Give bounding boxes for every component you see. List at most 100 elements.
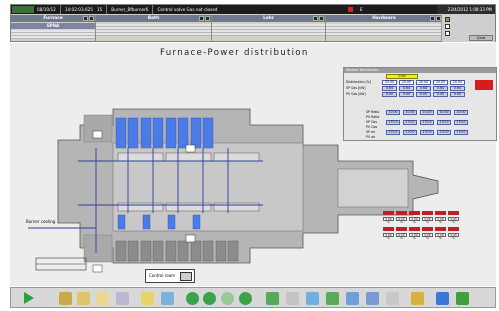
value-cell: 170.0 [386,130,400,135]
camera-icon [180,272,192,281]
top-status-bar: 08/10/12 14:02:03.625 15 Burner_Bfburner… [10,4,496,42]
arrow-right-icon[interactable] [239,292,252,305]
value-cell: 0.00 [433,92,448,97]
group-button-icon[interactable] [83,16,88,21]
zone-value: 0.00 % [383,233,394,240]
control-room-label: Control room [149,273,176,278]
sync-icon[interactable] [326,292,339,305]
value-cell: 0.64 [416,86,431,91]
value-cell: 170.0 [420,130,434,135]
checkbox-3[interactable] [445,31,450,36]
value-cell: 0.00 [382,92,397,97]
area-groups: Furnace EPHA Bath Lehr Hardware [11,15,443,42]
mode-value[interactable]: 0.00 [386,74,418,79]
value-cell: 0.64 [399,86,414,91]
alarm-line[interactable]: 08/10/12 14:02:03.625 15 Burner_Bfburner… [11,5,495,14]
alarm-source: Burner_Bfburner6 [111,7,149,12]
plant-logo-icon [12,6,34,13]
parameter-panel: Window Workstation 0.00 Distribution [%]… [343,67,497,141]
param-label: PV air [366,135,376,139]
value-cell[interactable]: 20.00 [450,80,465,85]
bottom-toolbar [10,287,496,308]
refresh-icon[interactable] [266,292,279,305]
control-room-button[interactable]: Control room [145,269,195,283]
cooling-manifold [35,257,87,271]
tools-icon[interactable] [59,292,72,305]
zone-value: 0.00 % [435,233,446,240]
folder-icon[interactable] [96,292,109,305]
group-bath[interactable]: Bath [96,15,212,42]
network-icon[interactable] [366,292,379,305]
zone-value: 0.00 % [383,217,394,224]
group-furnace[interactable]: Furnace EPHA [11,15,96,42]
value-cell: 170.0 [420,120,434,125]
zone-value: 0.00 % [396,233,407,240]
group-button-icon[interactable] [89,16,94,21]
page-title: Furnace-Power distribution [160,48,309,58]
alarm-indicator-icon [348,7,353,12]
value-cell: 170.0 [403,130,417,135]
print-icon[interactable] [161,292,174,305]
group-hardware-title: Hardware [372,16,396,21]
group-furnace-sub[interactable]: EPHA [11,23,95,29]
select-button[interactable]: Qind [469,35,493,41]
transfer-icon[interactable] [306,292,319,305]
alarm-time: 14:02:03.625 [64,7,93,12]
screen-icon[interactable] [346,292,359,305]
burner-cooling-label: Burner cooling [26,219,56,224]
value-cell: 170.0 [454,120,468,125]
group-button-icon[interactable] [430,16,435,21]
arrow-up-icon[interactable] [203,292,216,305]
value-cell: 170.0 [437,120,451,125]
arrow-left-icon[interactable] [186,292,199,305]
alarm-message: Control valve Gas not closed [157,7,218,12]
sound-icon[interactable] [436,292,449,305]
param-label: Distribution [%] [346,80,372,84]
datetime-display: 23/4/2012 1:08:33 PM [437,5,495,14]
calc-icon[interactable] [386,292,399,305]
exit-icon[interactable] [456,292,469,305]
value-cell: 0.64 [450,86,465,91]
group-lehr-title: Lehr [263,16,274,21]
alarm-code: E [360,7,363,12]
zone-value: 0.00 % [409,233,420,240]
alarm-date: 08/10/12 [37,7,56,12]
value-cell[interactable]: 20.00 [399,80,414,85]
undo-icon[interactable] [286,292,299,305]
arrow-down-icon[interactable] [221,292,234,305]
value-cell: 170.0 [454,130,468,135]
value-cell: 10.00 [403,110,417,115]
value-cell: 0.64 [433,86,448,91]
checkbox-2[interactable] [445,24,450,29]
value-cell: 10.00 [420,110,434,115]
zone-value: 0.00 % [422,217,433,224]
value-cell[interactable]: 20.00 [382,80,397,85]
main-view: Furnace-Power distribution Burner coolin… [10,43,497,286]
trend-icon[interactable] [411,292,424,305]
group-button-icon[interactable] [199,16,204,21]
alarm-block-icon [475,80,493,90]
report-icon[interactable] [141,292,154,305]
group-button-icon[interactable] [313,16,318,21]
document-icon[interactable] [77,292,90,305]
value-cell: 10.00 [454,110,468,115]
param-label: PV Gas [kW] [346,92,366,96]
zone-value: 0.00 % [435,217,446,224]
value-cell: 170.0 [386,120,400,125]
group-button-icon[interactable] [205,16,210,21]
value-cell[interactable]: 20.00 [416,80,431,85]
group-button-icon[interactable] [319,16,324,21]
value-cell[interactable]: 20.00 [433,80,448,85]
group-bath-title: Bath [147,16,160,21]
chart-icon[interactable] [116,292,129,305]
group-lehr[interactable]: Lehr [212,15,326,42]
zone-value: 0.00 % [448,217,459,224]
group-hardware[interactable]: Hardware [326,15,443,42]
value-cell: 10.00 [437,110,451,115]
zone-value: 0.00 % [409,217,420,224]
checkbox-1[interactable] [445,17,450,22]
value-cell: 0.00 [399,92,414,97]
play-icon[interactable] [24,292,34,304]
value-cell: 0.00 [416,92,431,97]
value-cell: 10.00 [386,110,400,115]
